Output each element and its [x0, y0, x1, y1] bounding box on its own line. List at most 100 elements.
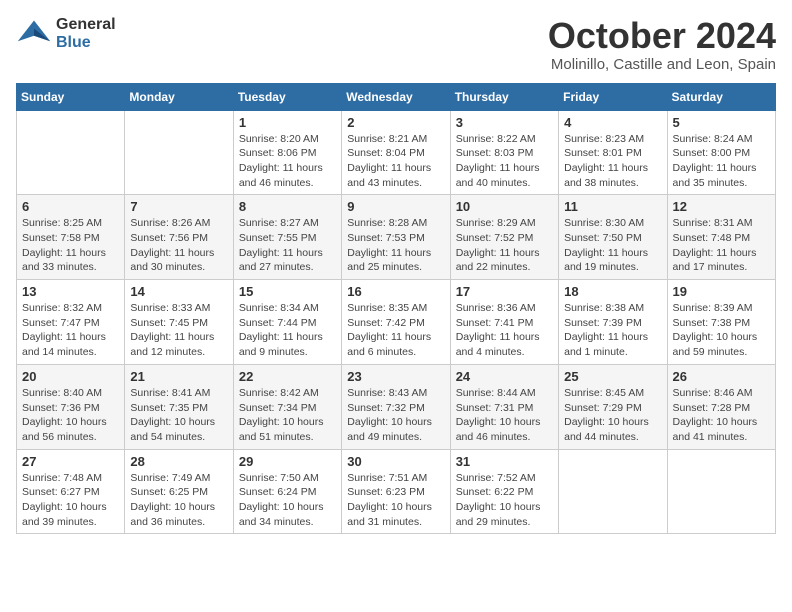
calendar-cell: 23 Sunrise: 8:43 AM Sunset: 7:32 PM Dayli…: [342, 364, 450, 449]
calendar-cell: [667, 449, 775, 534]
calendar-cell: 12Sunrise: 8:31 AM Sunset: 7:48 PM Dayli…: [667, 195, 775, 280]
day-info: Sunrise: 8:26 AM Sunset: 7:56 PM Dayligh…: [130, 216, 227, 275]
weekday-header: Monday: [125, 83, 233, 110]
day-number: 10: [456, 199, 553, 214]
calendar-cell: 28 Sunrise: 7:49 AM Sunset: 6:25 PM Dayli…: [125, 449, 233, 534]
weekday-header: Saturday: [667, 83, 775, 110]
calendar-cell: 5Sunrise: 8:24 AM Sunset: 8:00 PM Daylig…: [667, 110, 775, 195]
day-number: 11: [564, 199, 661, 214]
calendar-cell: 9 Sunrise: 8:28 AM Sunset: 7:53 PM Daylig…: [342, 195, 450, 280]
day-info: Sunrise: 8:43 AM Sunset: 7:32 PM Dayligh…: [347, 386, 444, 445]
calendar-cell: 3 Sunrise: 8:22 AM Sunset: 8:03 PM Daylig…: [450, 110, 558, 195]
calendar-table: SundayMondayTuesdayWednesdayThursdayFrid…: [16, 83, 776, 535]
day-info: Sunrise: 8:33 AM Sunset: 7:45 PM Dayligh…: [130, 301, 227, 360]
calendar-cell: 15Sunrise: 8:34 AM Sunset: 7:44 PM Dayli…: [233, 280, 341, 365]
calendar-cell: 27 Sunrise: 7:48 AM Sunset: 6:27 PM Dayli…: [17, 449, 125, 534]
day-number: 9: [347, 199, 444, 214]
day-number: 4: [564, 115, 661, 130]
calendar-cell: 24Sunrise: 8:44 AM Sunset: 7:31 PM Dayli…: [450, 364, 558, 449]
calendar-cell: 13 Sunrise: 8:32 AM Sunset: 7:47 PM Dayli…: [17, 280, 125, 365]
day-info: Sunrise: 8:27 AM Sunset: 7:55 PM Dayligh…: [239, 216, 336, 275]
calendar-cell: 17 Sunrise: 8:36 AM Sunset: 7:41 PM Dayli…: [450, 280, 558, 365]
weekday-header: Wednesday: [342, 83, 450, 110]
day-number: 6: [22, 199, 119, 214]
day-number: 31: [456, 454, 553, 469]
day-number: 3: [456, 115, 553, 130]
page-subtitle: Molinillo, Castille and Leon, Spain: [548, 56, 776, 73]
weekday-header: Friday: [559, 83, 667, 110]
day-info: Sunrise: 8:42 AM Sunset: 7:34 PM Dayligh…: [239, 386, 336, 445]
day-number: 14: [130, 284, 227, 299]
day-number: 29: [239, 454, 336, 469]
calendar-cell: 29 Sunrise: 7:50 AM Sunset: 6:24 PM Dayli…: [233, 449, 341, 534]
day-number: 25: [564, 369, 661, 384]
calendar-body: 1 Sunrise: 8:20 AM Sunset: 8:06 PM Daylig…: [17, 110, 776, 534]
calendar-cell: [17, 110, 125, 195]
calendar-cell: 11 Sunrise: 8:30 AM Sunset: 7:50 PM Dayli…: [559, 195, 667, 280]
day-number: 22: [239, 369, 336, 384]
day-info: Sunrise: 8:29 AM Sunset: 7:52 PM Dayligh…: [456, 216, 553, 275]
calendar-week-row: 20 Sunrise: 8:40 AM Sunset: 7:36 PM Dayli…: [17, 364, 776, 449]
day-number: 17: [456, 284, 553, 299]
day-info: Sunrise: 8:39 AM Sunset: 7:38 PM Dayligh…: [673, 301, 770, 360]
calendar-cell: 22 Sunrise: 8:42 AM Sunset: 7:34 PM Dayli…: [233, 364, 341, 449]
title-area: October 2024 Molinillo, Castille and Leo…: [548, 16, 776, 73]
calendar-cell: [559, 449, 667, 534]
calendar-cell: 26Sunrise: 8:46 AM Sunset: 7:28 PM Dayli…: [667, 364, 775, 449]
day-number: 28: [130, 454, 227, 469]
day-info: Sunrise: 8:24 AM Sunset: 8:00 PM Dayligh…: [673, 132, 770, 191]
day-info: Sunrise: 8:38 AM Sunset: 7:39 PM Dayligh…: [564, 301, 661, 360]
day-number: 7: [130, 199, 227, 214]
day-info: Sunrise: 8:28 AM Sunset: 7:53 PM Dayligh…: [347, 216, 444, 275]
calendar-cell: 21Sunrise: 8:41 AM Sunset: 7:35 PM Dayli…: [125, 364, 233, 449]
calendar-cell: 20 Sunrise: 8:40 AM Sunset: 7:36 PM Dayli…: [17, 364, 125, 449]
day-number: 20: [22, 369, 119, 384]
weekday-header: Sunday: [17, 83, 125, 110]
day-info: Sunrise: 8:40 AM Sunset: 7:36 PM Dayligh…: [22, 386, 119, 445]
calendar-week-row: 1 Sunrise: 8:20 AM Sunset: 8:06 PM Daylig…: [17, 110, 776, 195]
day-info: Sunrise: 7:52 AM Sunset: 6:22 PM Dayligh…: [456, 471, 553, 530]
day-number: 13: [22, 284, 119, 299]
day-number: 19: [673, 284, 770, 299]
calendar-cell: 1 Sunrise: 8:20 AM Sunset: 8:06 PM Daylig…: [233, 110, 341, 195]
day-info: Sunrise: 8:20 AM Sunset: 8:06 PM Dayligh…: [239, 132, 336, 191]
day-number: 18: [564, 284, 661, 299]
day-info: Sunrise: 7:50 AM Sunset: 6:24 PM Dayligh…: [239, 471, 336, 530]
page-header: General Blue October 2024 Molinillo, Cas…: [16, 16, 776, 73]
calendar-cell: 6 Sunrise: 8:25 AM Sunset: 7:58 PM Daylig…: [17, 195, 125, 280]
header-row: SundayMondayTuesdayWednesdayThursdayFrid…: [17, 83, 776, 110]
day-info: Sunrise: 7:48 AM Sunset: 6:27 PM Dayligh…: [22, 471, 119, 530]
calendar-week-row: 13 Sunrise: 8:32 AM Sunset: 7:47 PM Dayli…: [17, 280, 776, 365]
day-info: Sunrise: 8:36 AM Sunset: 7:41 PM Dayligh…: [456, 301, 553, 360]
day-number: 23: [347, 369, 444, 384]
day-info: Sunrise: 8:31 AM Sunset: 7:48 PM Dayligh…: [673, 216, 770, 275]
day-info: Sunrise: 8:30 AM Sunset: 7:50 PM Dayligh…: [564, 216, 661, 275]
day-info: Sunrise: 8:41 AM Sunset: 7:35 PM Dayligh…: [130, 386, 227, 445]
day-info: Sunrise: 8:35 AM Sunset: 7:42 PM Dayligh…: [347, 301, 444, 360]
day-number: 30: [347, 454, 444, 469]
day-info: Sunrise: 8:45 AM Sunset: 7:29 PM Dayligh…: [564, 386, 661, 445]
calendar-week-row: 6 Sunrise: 8:25 AM Sunset: 7:58 PM Daylig…: [17, 195, 776, 280]
day-number: 1: [239, 115, 336, 130]
calendar-cell: 18 Sunrise: 8:38 AM Sunset: 7:39 PM Dayli…: [559, 280, 667, 365]
day-info: Sunrise: 8:22 AM Sunset: 8:03 PM Dayligh…: [456, 132, 553, 191]
calendar-cell: 16Sunrise: 8:35 AM Sunset: 7:42 PM Dayli…: [342, 280, 450, 365]
calendar-week-row: 27 Sunrise: 7:48 AM Sunset: 6:27 PM Dayli…: [17, 449, 776, 534]
day-info: Sunrise: 7:49 AM Sunset: 6:25 PM Dayligh…: [130, 471, 227, 530]
day-number: 27: [22, 454, 119, 469]
weekday-header: Thursday: [450, 83, 558, 110]
calendar-cell: 2 Sunrise: 8:21 AM Sunset: 8:04 PM Daylig…: [342, 110, 450, 195]
day-info: Sunrise: 8:46 AM Sunset: 7:28 PM Dayligh…: [673, 386, 770, 445]
logo: General Blue: [16, 16, 116, 52]
day-info: Sunrise: 8:21 AM Sunset: 8:04 PM Dayligh…: [347, 132, 444, 191]
day-info: Sunrise: 7:51 AM Sunset: 6:23 PM Dayligh…: [347, 471, 444, 530]
day-info: Sunrise: 8:32 AM Sunset: 7:47 PM Dayligh…: [22, 301, 119, 360]
day-number: 2: [347, 115, 444, 130]
calendar-header: SundayMondayTuesdayWednesdayThursdayFrid…: [17, 83, 776, 110]
calendar-cell: 19 Sunrise: 8:39 AM Sunset: 7:38 PM Dayli…: [667, 280, 775, 365]
day-info: Sunrise: 8:25 AM Sunset: 7:58 PM Dayligh…: [22, 216, 119, 275]
calendar-cell: 8Sunrise: 8:27 AM Sunset: 7:55 PM Daylig…: [233, 195, 341, 280]
day-info: Sunrise: 8:44 AM Sunset: 7:31 PM Dayligh…: [456, 386, 553, 445]
day-number: 15: [239, 284, 336, 299]
logo-text: General Blue: [56, 16, 116, 52]
